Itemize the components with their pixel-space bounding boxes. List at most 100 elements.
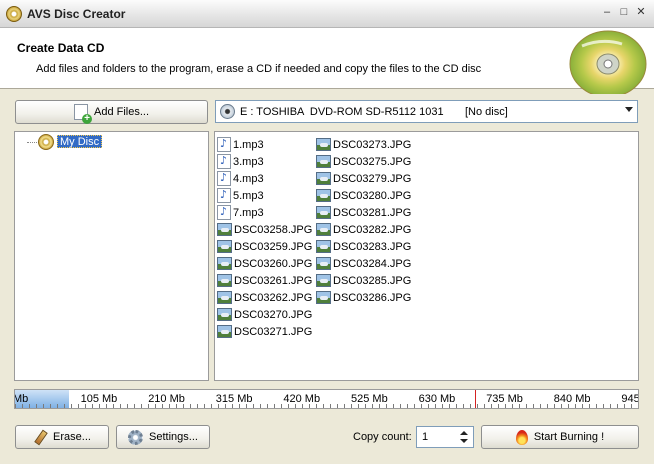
- settings-label: Settings...: [149, 431, 198, 443]
- folder-tree[interactable]: My Disc: [14, 131, 209, 381]
- list-item[interactable]: DSC03270.JPG: [217, 306, 312, 323]
- file-name: DSC03260.JPG: [234, 257, 313, 270]
- audio-file-icon: [217, 154, 231, 169]
- capacity-limit-marker: [474, 390, 476, 408]
- image-file-icon: [316, 155, 331, 168]
- list-item[interactable]: DSC03275.JPG: [316, 153, 411, 170]
- list-item[interactable]: DSC03284.JPG: [316, 255, 411, 272]
- image-file-icon: [316, 223, 331, 236]
- file-name: 5.mp3: [233, 189, 264, 202]
- list-item[interactable]: DSC03285.JPG: [316, 272, 411, 289]
- file-name: DSC03262.JPG: [234, 291, 313, 304]
- title-bar: AVS Disc Creator – □ ✕: [0, 0, 654, 28]
- chevron-down-icon[interactable]: [625, 107, 633, 112]
- ruler-tick-label: 630 Mb: [418, 393, 456, 405]
- file-name: 4.mp3: [233, 172, 264, 185]
- list-item[interactable]: DSC03261.JPG: [217, 272, 312, 289]
- ruler-tick-label: Mb: [14, 393, 29, 405]
- list-item[interactable]: DSC03282.JPG: [316, 221, 411, 238]
- flame-icon: [515, 429, 528, 445]
- image-file-icon: [217, 308, 232, 321]
- list-item[interactable]: 1.mp3: [217, 136, 312, 153]
- list-item[interactable]: DSC03271.JPG: [217, 323, 312, 340]
- ruler-tick-label: 420 Mb: [283, 393, 321, 405]
- image-file-icon: [316, 189, 331, 202]
- window-title: AVS Disc Creator: [27, 7, 126, 21]
- ruler-tick-label: 840 Mb: [553, 393, 591, 405]
- image-file-icon: [217, 223, 232, 236]
- file-list-column: 1.mp3 3.mp3 4.mp3 5.mp3 7.mp3 DSC03258.JPG DSC…: [217, 136, 312, 340]
- image-file-icon: [217, 257, 232, 270]
- image-file-icon: [316, 291, 331, 304]
- list-item[interactable]: DSC03286.JPG: [316, 289, 411, 306]
- list-item[interactable]: DSC03273.JPG: [316, 136, 411, 153]
- wizard-header: Create Data CD Add files and folders to …: [0, 28, 654, 94]
- gear-icon: [128, 429, 144, 445]
- erase-button[interactable]: Erase...: [15, 425, 109, 449]
- disc-icon: [6, 6, 22, 22]
- ruler-tick-label: 525 Mb: [351, 393, 388, 405]
- page-title: Create Data CD: [17, 41, 105, 55]
- ruler-tick-label: 105 Mb: [80, 393, 118, 405]
- file-list[interactable]: 1.mp33.mp34.mp35.mp37.mp3DSC03258.JPGDSC…: [214, 131, 639, 381]
- file-name: DSC03270.JPG: [234, 308, 313, 321]
- file-name: DSC03259.JPG: [234, 240, 313, 253]
- add-files-button[interactable]: Add Files...: [15, 100, 208, 124]
- cd-drive-icon: [220, 104, 235, 119]
- stepper-down-icon[interactable]: [460, 439, 468, 443]
- file-name: DSC03282.JPG: [333, 223, 412, 236]
- file-name: 7.mp3: [233, 206, 264, 219]
- minimize-button[interactable]: –: [600, 6, 614, 20]
- image-file-icon: [316, 274, 331, 287]
- list-item[interactable]: DSC03279.JPG: [316, 170, 411, 187]
- tree-item-my-disc[interactable]: My Disc: [57, 135, 103, 148]
- list-item[interactable]: 7.mp3: [217, 204, 312, 221]
- audio-file-icon: [217, 171, 231, 186]
- file-name: DSC03284.JPG: [333, 257, 412, 270]
- drive-select-value: E : TOSHIBA DVD-ROM SD-R5112 1031 [No di…: [240, 106, 508, 118]
- image-file-icon: [316, 172, 331, 185]
- image-file-icon: [217, 240, 232, 253]
- list-item[interactable]: DSC03258.JPG: [217, 221, 312, 238]
- ruler-tick-label: 210 Mb: [148, 393, 185, 405]
- list-item[interactable]: DSC03262.JPG: [217, 289, 312, 306]
- list-item[interactable]: DSC03260.JPG: [217, 255, 312, 272]
- pencil-eraser-icon: [33, 430, 47, 444]
- start-burning-button[interactable]: Start Burning !: [481, 425, 639, 449]
- file-name: DSC03271.JPG: [234, 325, 313, 338]
- file-name: DSC03286.JPG: [333, 291, 412, 304]
- image-file-icon: [217, 325, 232, 338]
- ruler-tick-label: 735 Mb: [486, 393, 523, 405]
- page-subtitle: Add files and folders to the program, er…: [36, 63, 482, 75]
- close-button[interactable]: ✕: [634, 6, 648, 20]
- drive-select[interactable]: E : TOSHIBA DVD-ROM SD-R5112 1031 [No di…: [215, 100, 638, 123]
- file-list-column: DSC03273.JPG DSC03275.JPG DSC03279.JPG DSC0…: [316, 136, 411, 306]
- file-name: DSC03273.JPG: [333, 138, 412, 151]
- audio-file-icon: [217, 137, 231, 152]
- list-item[interactable]: DSC03281.JPG: [316, 204, 411, 221]
- start-burning-label: Start Burning !: [533, 431, 605, 443]
- audio-file-icon: [217, 205, 231, 220]
- list-item[interactable]: DSC03283.JPG: [316, 238, 411, 255]
- file-name: DSC03281.JPG: [333, 206, 412, 219]
- list-item[interactable]: 3.mp3: [217, 153, 312, 170]
- maximize-button[interactable]: □: [617, 6, 631, 20]
- settings-button[interactable]: Settings...: [116, 425, 210, 449]
- file-name: DSC03283.JPG: [333, 240, 412, 253]
- list-item[interactable]: DSC03280.JPG: [316, 187, 411, 204]
- file-name: DSC03285.JPG: [333, 274, 412, 287]
- image-file-icon: [316, 138, 331, 151]
- ruler-tick-label: 315 Mb: [215, 393, 253, 405]
- list-item[interactable]: DSC03259.JPG: [217, 238, 312, 255]
- audio-file-icon: [217, 188, 231, 203]
- image-file-icon: [217, 291, 232, 304]
- stepper-up-icon[interactable]: [460, 431, 468, 435]
- image-file-icon: [316, 206, 331, 219]
- file-name: 1.mp3: [233, 138, 264, 151]
- capacity-ruler: Mb 105 Mb 210 Mb 315 Mb 420 Mb 525 Mb 630 Mb 73…: [14, 389, 639, 409]
- ruler-tick-label: 945 Mb: [621, 393, 639, 405]
- list-item[interactable]: 5.mp3: [217, 187, 312, 204]
- list-item[interactable]: 4.mp3: [217, 170, 312, 187]
- copy-count-stepper[interactable]: 1: [416, 426, 474, 448]
- file-name: DSC03261.JPG: [234, 274, 313, 287]
